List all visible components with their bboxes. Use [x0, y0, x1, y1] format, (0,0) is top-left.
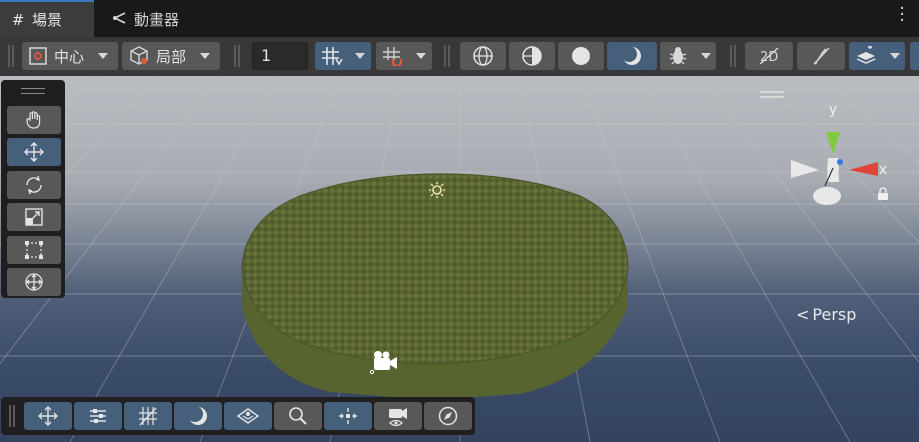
toolbar-grip-handle[interactable] [8, 45, 14, 67]
move-arrows-icon [38, 406, 58, 426]
x-axis-label: x [879, 162, 887, 178]
scene-grid: y x [0, 76, 919, 442]
sliders-icon [90, 409, 106, 423]
lit-sphere-icon [621, 46, 641, 65]
grid-visibility-icon [139, 407, 157, 426]
chevron-down-icon [355, 53, 365, 59]
move-arrows-icon [24, 142, 44, 162]
toolbar-grip-handle[interactable] [444, 45, 450, 67]
lit-shading-button[interactable] [607, 42, 657, 70]
grass-platform-top [242, 174, 628, 364]
pivot-mode-label: 中心 [54, 47, 85, 66]
shaded-button[interactable] [558, 42, 604, 70]
2d-mode-off-icon: 2D [759, 47, 779, 65]
tab-animator-label: 動畫器 [134, 11, 180, 29]
lighting-off-icon [813, 47, 830, 65]
overlay-move-button[interactable] [24, 402, 72, 430]
grid-increment-input[interactable]: 1 [252, 42, 308, 70]
scene-viewport[interactable]: y x < Persp [0, 76, 919, 442]
toolbar-grip-handle[interactable] [9, 405, 15, 427]
tab-bar: # 場景 動畫器 · · · [0, 0, 919, 37]
projection-toggle[interactable]: < Persp [796, 305, 856, 324]
lit-sphere-icon [187, 406, 207, 425]
space-mode-label: 局部 [156, 47, 187, 66]
wireframe-shading-button[interactable] [460, 42, 506, 70]
tab-scene[interactable]: # 場景 [0, 0, 94, 37]
rotate-tool-button[interactable] [7, 171, 61, 199]
overlay-focus-button[interactable] [324, 402, 372, 430]
overlay-settings-button[interactable] [74, 402, 122, 430]
tab-animator[interactable]: 動畫器 [108, 2, 179, 37]
camera-eye-icon [388, 408, 407, 427]
frame-selection-icon [339, 408, 357, 424]
grid-snap-icon [322, 47, 343, 66]
transform-tool-button[interactable] [7, 268, 61, 296]
scale-tool-button[interactable] [7, 203, 61, 231]
viewport-drag-handle[interactable] [760, 91, 784, 98]
toolbar-overflow-button[interactable] [910, 42, 919, 70]
rotate-icon [26, 175, 42, 195]
grid-hash-icon: # [11, 10, 25, 29]
animator-graph-icon [110, 11, 130, 29]
increment-snap-toggle[interactable] [376, 42, 432, 70]
move-tool-button[interactable] [7, 138, 61, 166]
scale-icon [25, 208, 43, 226]
wireframe-sphere-icon [473, 46, 493, 66]
scene-toolbar: 中心 局部 1 2D [0, 37, 919, 76]
magnet-snap-icon [383, 47, 403, 66]
overlay-search-button[interactable] [274, 402, 322, 430]
layers-icon [856, 46, 876, 64]
chevron-down-icon [416, 53, 426, 59]
scene-visibility-dropdown[interactable] [849, 42, 905, 70]
toolbar-grip-handle[interactable] [730, 45, 736, 67]
space-mode-dropdown[interactable]: 局部 [122, 42, 220, 70]
rect-transform-icon [25, 241, 43, 259]
chevron-down-icon [98, 53, 108, 59]
y-axis-label: y [829, 102, 837, 118]
chevron-down-icon [701, 53, 711, 59]
projection-label: Persp [812, 305, 857, 324]
lock-icon[interactable] [877, 186, 889, 205]
shaded-wireframe-sphere-icon [522, 46, 542, 66]
toggle-2d-button[interactable]: 2D [745, 42, 793, 70]
hand-icon [26, 111, 41, 129]
compass-icon [438, 406, 458, 426]
bug-icon [669, 47, 687, 65]
grid-snap-toggle[interactable] [315, 42, 371, 70]
overlay-camera-button[interactable] [374, 402, 422, 430]
transform-all-icon [25, 273, 43, 291]
panel-drag-handle[interactable] [21, 88, 45, 94]
tools-overlay-panel [1, 80, 65, 298]
solid-sphere-icon [572, 47, 590, 65]
shaded-wireframe-button[interactable] [509, 42, 555, 70]
overlay-toolbar [1, 397, 475, 435]
more-options-icon[interactable]: · · · [899, 0, 905, 30]
tab-scene-label: 場景 [32, 11, 63, 29]
chevron-left-icon: < [796, 305, 810, 324]
svg-text:2D: 2D [760, 50, 778, 65]
orientation-gizmo[interactable] [791, 132, 878, 205]
surface-snap-icon [236, 408, 260, 424]
search-icon [289, 407, 307, 425]
rect-tool-button[interactable] [7, 236, 61, 264]
pivot-center-icon [29, 47, 47, 65]
local-space-cube-icon [130, 46, 148, 65]
view-tool-button[interactable] [7, 106, 61, 134]
pivot-mode-dropdown[interactable]: 中心 [22, 42, 118, 70]
scene-lighting-toggle[interactable] [797, 42, 845, 70]
overlay-grid-button[interactable] [124, 402, 172, 430]
chevron-down-icon [890, 53, 900, 59]
overlay-compass-button[interactable] [424, 402, 472, 430]
overlay-lighting-button[interactable] [174, 402, 222, 430]
debug-draw-mode-dropdown[interactable] [660, 42, 716, 70]
overlay-surface-snap-button[interactable] [224, 402, 272, 430]
chevron-down-icon [200, 53, 210, 59]
toolbar-grip-handle[interactable] [234, 45, 240, 67]
